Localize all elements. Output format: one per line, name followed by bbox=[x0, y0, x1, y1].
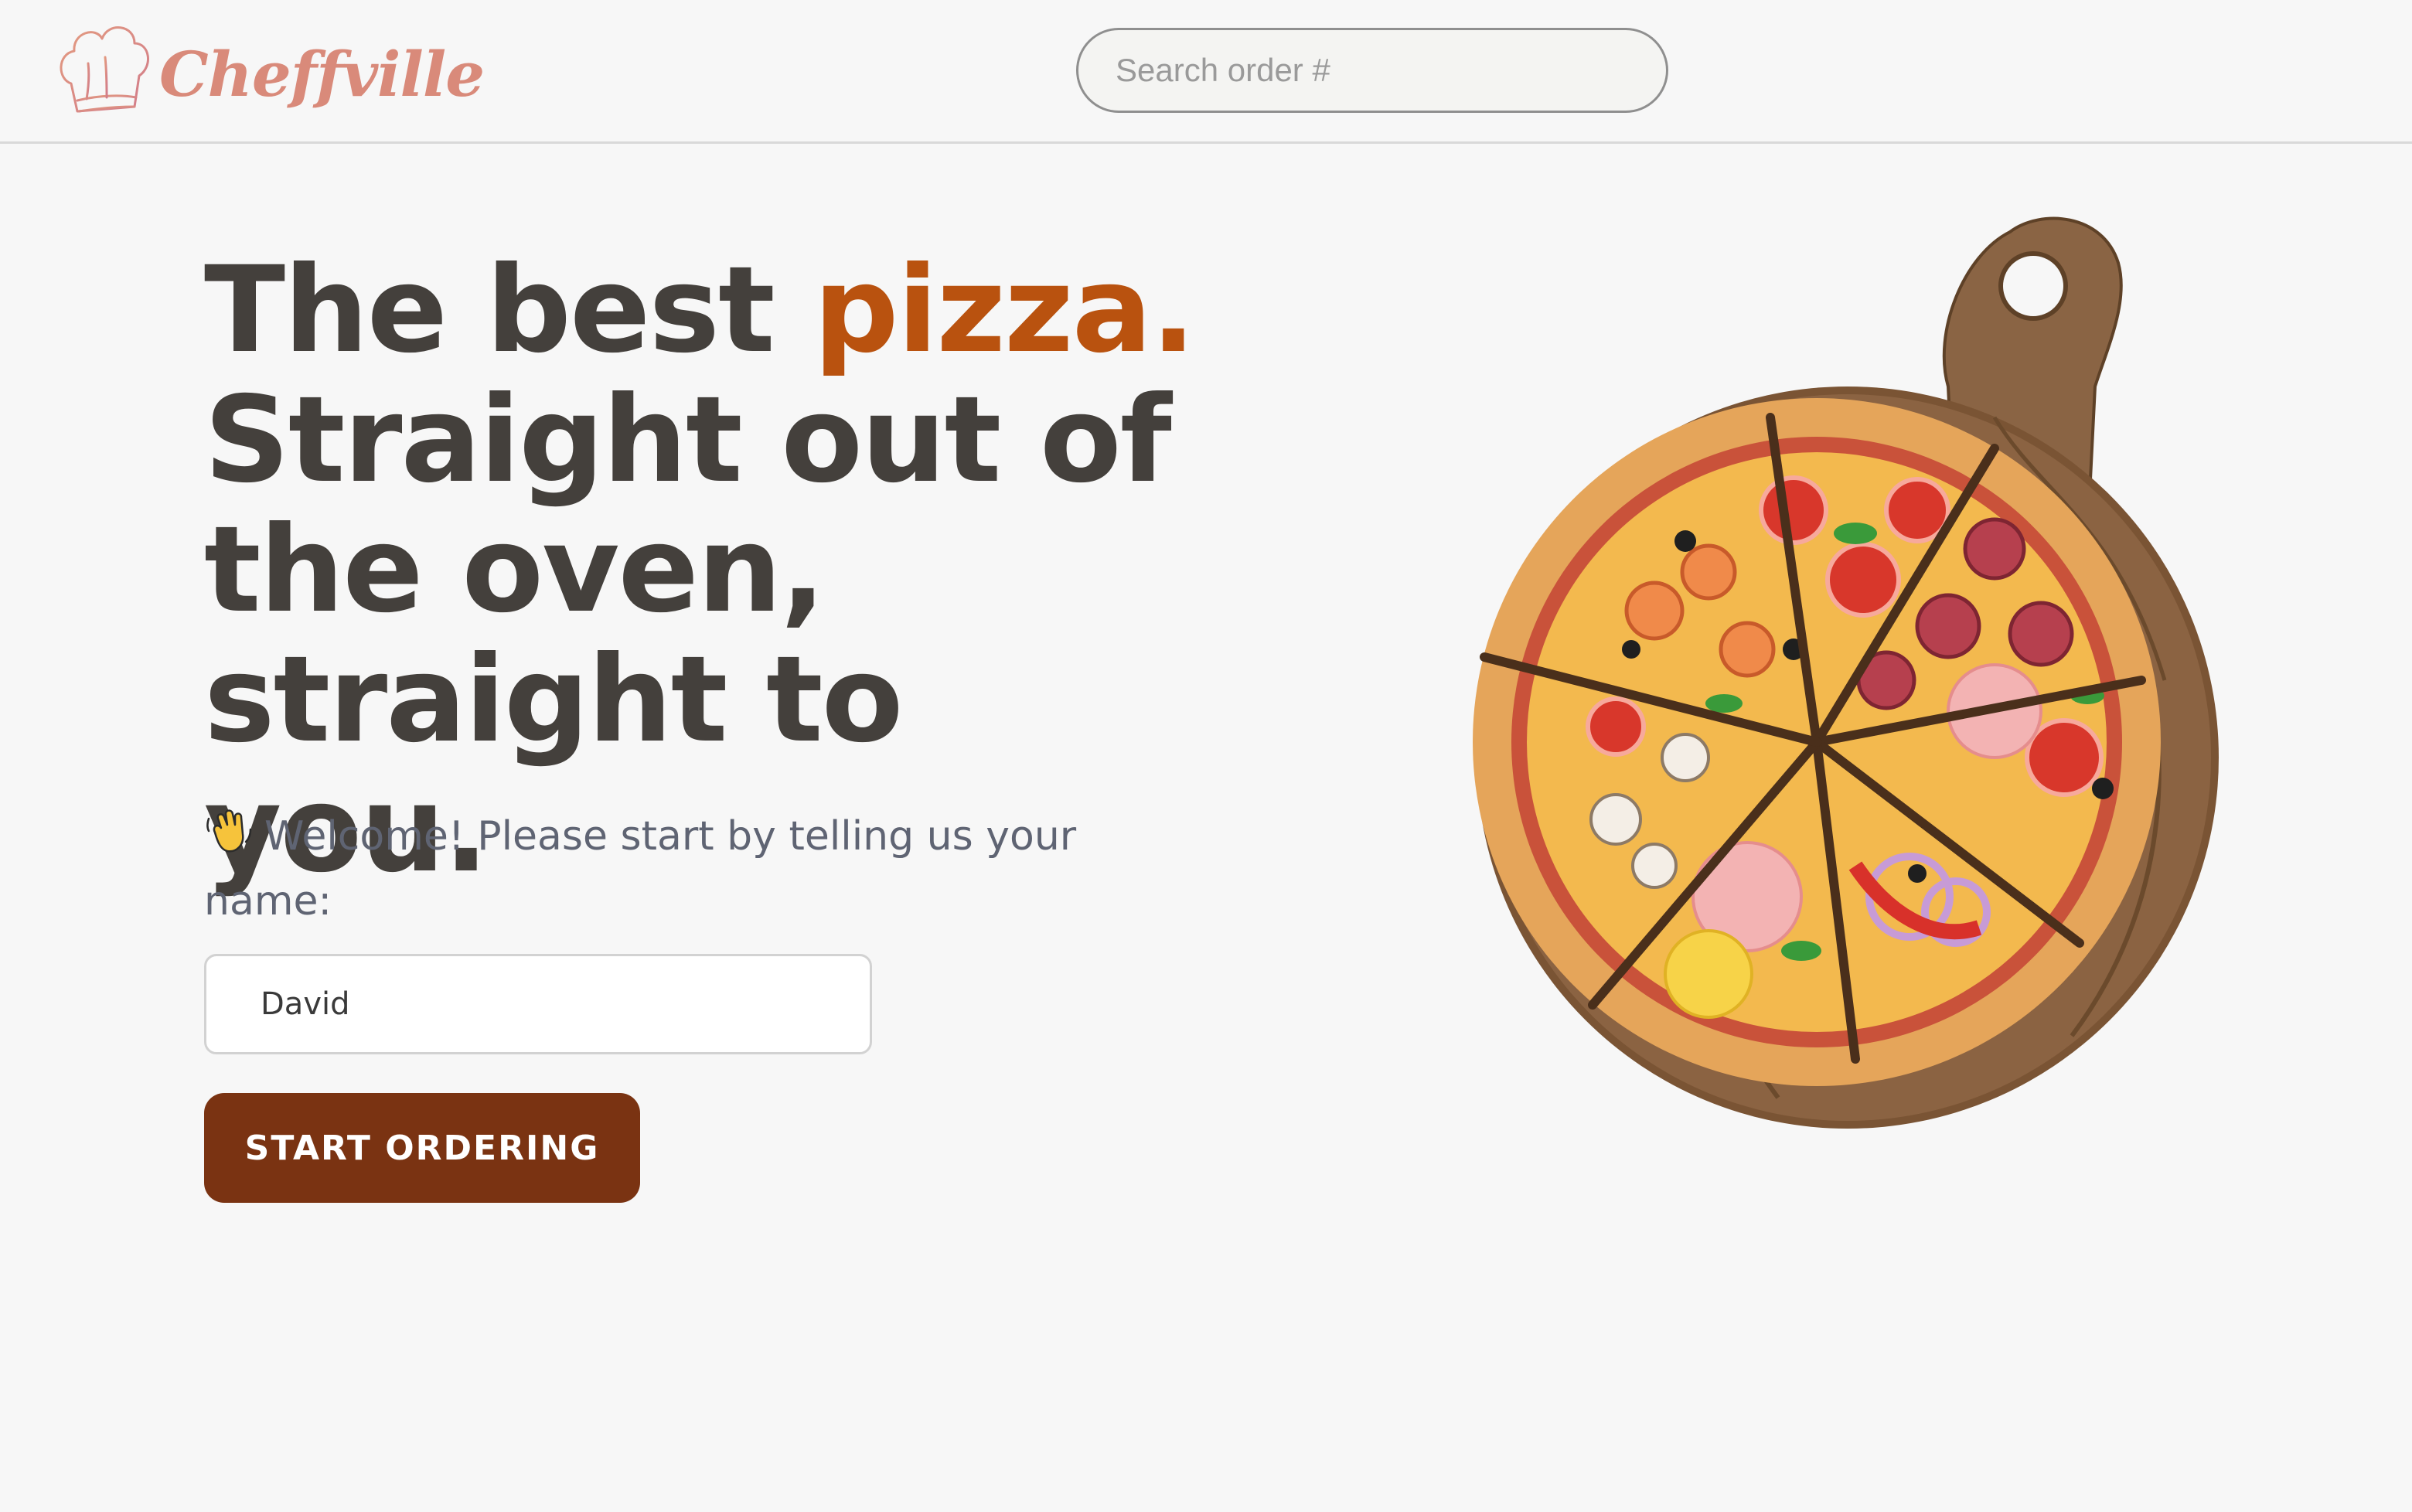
welcome-message: Welcome! Please start by telling us your… bbox=[204, 804, 1093, 934]
top-header: Cheffville bbox=[0, 0, 2412, 144]
hero-accent-word: pizza. bbox=[813, 241, 1196, 380]
customer-name-input[interactable] bbox=[204, 954, 872, 1054]
search-order-input[interactable] bbox=[1076, 28, 1668, 113]
start-ordering-button[interactable]: START ORDERING bbox=[204, 1093, 640, 1203]
pizza-board-illustration bbox=[1473, 216, 2219, 1129]
hero-title: The best pizza. Straight out of the oven… bbox=[204, 246, 1209, 895]
waving-hand-icon bbox=[206, 809, 252, 853]
brand-name: Cheffville bbox=[159, 37, 485, 111]
brand-logo[interactable]: Cheffville bbox=[54, 15, 485, 128]
welcome-text: Welcome! Please start by telling us your… bbox=[204, 813, 1077, 925]
hero-line3: the oven, bbox=[204, 501, 826, 639]
hero-line1-prefix: The best bbox=[204, 241, 814, 380]
chef-hat-icon bbox=[60, 26, 149, 113]
hero-line2: Straight out of bbox=[204, 371, 1172, 509]
